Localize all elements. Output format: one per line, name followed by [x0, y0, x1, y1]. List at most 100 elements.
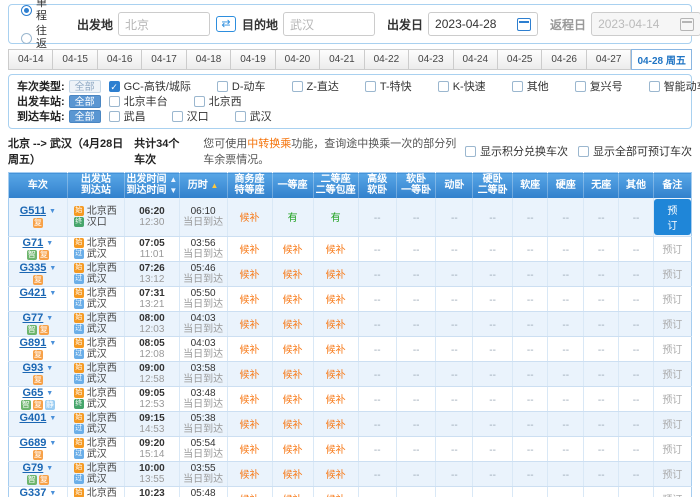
train-number-link[interactable]: G77 — [23, 313, 44, 324]
filter-checkbox[interactable]: 汉口 — [172, 108, 209, 124]
date-tab[interactable]: 04-17 — [142, 49, 186, 70]
train-number-link[interactable]: G65 — [23, 388, 44, 399]
train-number-link[interactable]: G79 — [23, 463, 44, 474]
radio-option[interactable]: 往返 — [21, 25, 47, 51]
filter-checkbox[interactable]: ✓ GC-高铁/城际 — [109, 78, 191, 94]
display-toggle-checkbox[interactable]: 显示全部可预订车次 — [578, 143, 692, 159]
date-tab[interactable]: 04-21 — [320, 49, 364, 70]
train-cell: G335 ▼ 复 — [9, 261, 68, 286]
expand-caret-icon[interactable]: ▼ — [46, 388, 53, 399]
seat-cell: -- — [473, 261, 513, 286]
seat-cell: -- — [396, 486, 436, 497]
seat-cell: -- — [548, 286, 584, 311]
all-button-depart-station[interactable]: 全部 — [69, 95, 101, 108]
seat-cell: -- — [436, 461, 473, 486]
seat-cell: -- — [396, 336, 436, 361]
arrive-time: 11:01 — [125, 249, 179, 260]
filter-row-train-type: 车次类型: 全部 ✓ GC-高铁/城际 D-动车 Z-直达 T-特快 K-快速 … — [17, 79, 683, 93]
train-number-link[interactable]: G335 — [19, 263, 46, 274]
train-number-link[interactable]: G401 — [19, 413, 46, 424]
date-tab[interactable]: 04-24 — [454, 49, 498, 70]
book-button[interactable]: 预订 — [654, 199, 691, 235]
depart-station-name: 北京西 — [87, 438, 117, 449]
calendar-icon[interactable] — [517, 18, 531, 31]
train-query-page: 单程 往返 出发地 北京 ⇄ 目的地 武汉 出发日 2023-04-28 返程日… — [0, 0, 700, 497]
expand-caret-icon[interactable]: ▼ — [49, 338, 56, 349]
transfer-link[interactable]: 中转换乘 — [247, 138, 291, 150]
seat-cell: -- — [436, 198, 473, 237]
expand-caret-icon[interactable]: ▼ — [46, 238, 53, 249]
checkbox-icon — [438, 81, 449, 92]
seat-cell: -- — [619, 311, 653, 336]
arrive-time: 12:53 — [125, 399, 179, 410]
filter-checkbox[interactable]: 北京西 — [194, 93, 242, 109]
date-tab[interactable]: 04-26 — [542, 49, 586, 70]
date-tab[interactable]: 04-14 — [8, 49, 53, 70]
filter-checkbox[interactable]: 复兴号 — [575, 78, 623, 94]
expand-caret-icon[interactable]: ▼ — [46, 463, 53, 474]
date-tab[interactable]: 04-15 — [53, 49, 97, 70]
train-number-link[interactable]: G511 — [20, 206, 46, 217]
date-tab[interactable]: 04-22 — [365, 49, 409, 70]
expand-caret-icon[interactable]: ▼ — [49, 288, 56, 299]
date-tab[interactable]: 04-16 — [98, 49, 142, 70]
filter-checkbox[interactable]: K-快速 — [438, 78, 486, 94]
filter-checkbox[interactable]: 智能动车组 — [649, 78, 700, 94]
filter-checkbox[interactable]: Z-直达 — [292, 78, 339, 94]
date-tab[interactable]: 04-23 — [409, 49, 453, 70]
action-cell: 预订 — [653, 386, 691, 411]
date-tab[interactable]: 04-25 — [498, 49, 542, 70]
expand-caret-icon[interactable]: ▼ — [49, 413, 56, 424]
train-cell: G421 ▼ — [9, 286, 68, 311]
column-header[interactable]: 历时 ▲ — [179, 173, 227, 198]
expand-caret-icon[interactable]: ▼ — [49, 438, 56, 449]
expand-caret-icon[interactable]: ▼ — [49, 488, 56, 497]
to-field: 目的地 武汉 — [242, 12, 375, 36]
expand-caret-icon[interactable]: ▼ — [46, 313, 53, 324]
train-number-link[interactable]: G93 — [23, 363, 44, 374]
depart-station-icon: 始 — [74, 263, 84, 273]
train-number-link[interactable]: G71 — [23, 238, 44, 249]
date-tab[interactable]: 04-20 — [276, 49, 320, 70]
arrive-time: 13:55 — [125, 474, 179, 485]
train-number-link[interactable]: G689 — [19, 438, 46, 449]
expand-caret-icon[interactable]: ▼ — [49, 206, 56, 217]
filter-checkbox[interactable]: D-动车 — [217, 78, 266, 94]
train-number-link[interactable]: G337 — [19, 488, 46, 497]
sort-icon[interactable]: ▼ — [169, 186, 177, 195]
train-cell: G511 ▼ 复 — [9, 198, 68, 237]
filter-checkbox[interactable]: 其他 — [512, 78, 549, 94]
arrive-station-name: 武汉 — [87, 449, 107, 460]
all-button-arrive-station[interactable]: 全部 — [69, 110, 101, 123]
to-input[interactable]: 武汉 — [283, 12, 375, 36]
from-input[interactable]: 北京 — [118, 12, 210, 36]
filter-checkbox[interactable]: T-特快 — [365, 78, 412, 94]
from-label: 出发地 — [77, 16, 113, 33]
expand-caret-icon[interactable]: ▼ — [46, 363, 53, 374]
all-button-train-type[interactable]: 全部 — [69, 80, 101, 93]
train-badge-icon: 复 — [39, 475, 49, 485]
train-number-link[interactable]: G421 — [19, 288, 46, 299]
display-toggle-checkbox[interactable]: 显示积分兑换车次 — [465, 143, 568, 159]
filter-checkbox[interactable]: 武汉 — [235, 108, 272, 124]
radio-option[interactable]: 单程 — [21, 0, 47, 23]
date-tab-active[interactable]: 04-28 周五 — [631, 49, 692, 70]
times-cell: 08:00 12:03 — [125, 311, 180, 336]
date-tab[interactable]: 04-19 — [231, 49, 275, 70]
train-badges: 智复 — [9, 475, 67, 485]
sort-icon[interactable]: ▲ — [169, 175, 177, 184]
date-tab[interactable]: 04-18 — [187, 49, 231, 70]
expand-caret-icon[interactable]: ▼ — [49, 263, 56, 274]
depart-date-input[interactable]: 2023-04-28 — [428, 12, 538, 36]
filter-checkbox[interactable]: 武昌 — [109, 108, 146, 124]
swap-stations-icon[interactable]: ⇄ — [216, 16, 236, 32]
train-row: G79 ▼ 智复 始 北京西 过 武汉 10:00 13:55 03:55 当日… — [9, 461, 692, 486]
date-tab[interactable]: 04-27 — [587, 49, 631, 70]
arrive-station-name: 武汉 — [87, 374, 107, 385]
sort-icon[interactable]: ▲ — [211, 181, 219, 190]
train-number-link[interactable]: G891 — [19, 338, 46, 349]
filter-checkbox[interactable]: 北京丰台 — [109, 93, 168, 109]
depart-station-icon: 始 — [74, 338, 84, 348]
column-header[interactable]: 出发时间 ▲到达时间 ▼ — [125, 173, 180, 198]
train-row: G335 ▼ 复 始 北京西 过 武汉 07:26 13:12 05:46 当日… — [9, 261, 692, 286]
